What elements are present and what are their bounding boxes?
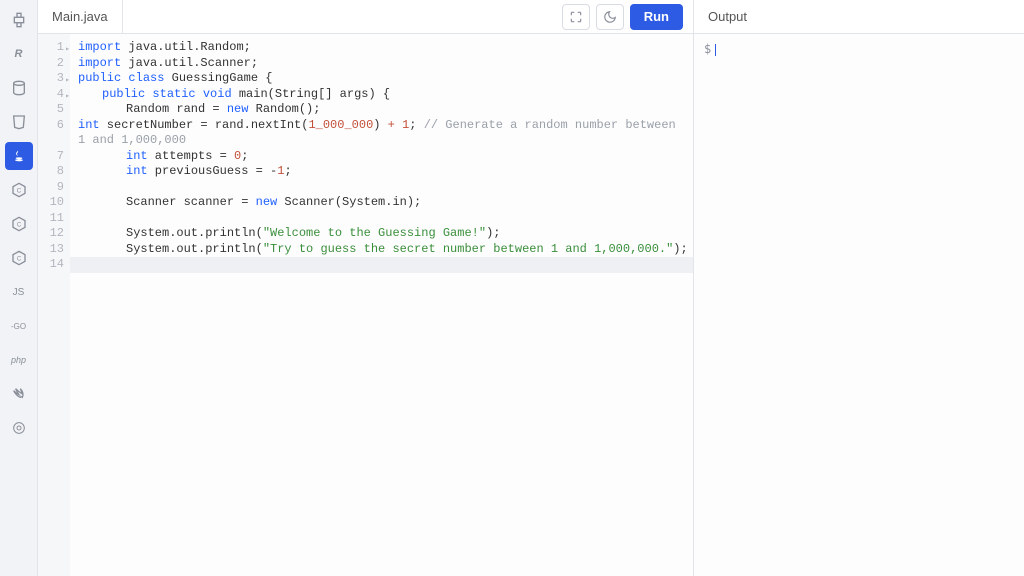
- go-icon[interactable]: -GO: [5, 312, 33, 340]
- line-number: 12: [38, 226, 64, 242]
- cpp-icon[interactable]: C: [5, 210, 33, 238]
- code-body[interactable]: import java.util.Random; import java.uti…: [70, 34, 693, 576]
- editor-header: Main.java Run: [38, 0, 693, 34]
- terminal-cursor: [715, 44, 716, 56]
- sql-icon[interactable]: [5, 74, 33, 102]
- code-editor[interactable]: 1 2 3 4 5 6 7 8 9 10 11 12 13 14 import …: [38, 34, 693, 576]
- php-icon[interactable]: php: [5, 346, 33, 374]
- line-number: 4: [38, 87, 64, 103]
- app-root: R C C C JS -GO php Main.java: [0, 0, 1024, 576]
- js-icon[interactable]: JS: [5, 278, 33, 306]
- editor-column: Main.java Run 1 2 3 4 5 6 7: [38, 0, 694, 576]
- c-icon[interactable]: C: [5, 176, 33, 204]
- csharp-icon[interactable]: C: [5, 244, 33, 272]
- line-number: 1: [38, 40, 64, 56]
- python-icon[interactable]: [5, 6, 33, 34]
- line-number: 9: [38, 180, 64, 196]
- current-line[interactable]: [70, 257, 693, 273]
- theme-toggle-button[interactable]: [596, 4, 624, 30]
- output-header: Output: [694, 0, 1024, 34]
- main-area: Main.java Run 1 2 3 4 5 6 7: [38, 0, 1024, 576]
- line-number: 13: [38, 242, 64, 258]
- file-tab[interactable]: Main.java: [38, 0, 123, 33]
- r-icon[interactable]: R: [5, 40, 33, 68]
- language-sidebar: R C C C JS -GO php: [0, 0, 38, 576]
- run-button[interactable]: Run: [630, 4, 683, 30]
- swift-icon[interactable]: [5, 380, 33, 408]
- line-number: 10: [38, 195, 64, 211]
- terminal-prompt: $: [704, 42, 711, 56]
- line-gutter: 1 2 3 4 5 6 7 8 9 10 11 12 13 14: [38, 34, 70, 576]
- output-terminal[interactable]: $: [694, 34, 1024, 576]
- line-number: 5: [38, 102, 64, 118]
- line-number: 6: [38, 118, 64, 149]
- fullscreen-button[interactable]: [562, 4, 590, 30]
- line-number: 2: [38, 56, 64, 72]
- line-number: 11: [38, 211, 64, 227]
- output-column: Output $: [694, 0, 1024, 576]
- line-number: 7: [38, 149, 64, 165]
- html-icon[interactable]: [5, 108, 33, 136]
- line-number: 3: [38, 71, 64, 87]
- svg-text:C: C: [16, 257, 21, 263]
- svg-text:C: C: [16, 223, 21, 229]
- java-icon[interactable]: [5, 142, 33, 170]
- rust-icon[interactable]: [5, 414, 33, 442]
- line-number: 8: [38, 164, 64, 180]
- svg-text:C: C: [16, 188, 21, 195]
- line-number: 14: [38, 257, 64, 273]
